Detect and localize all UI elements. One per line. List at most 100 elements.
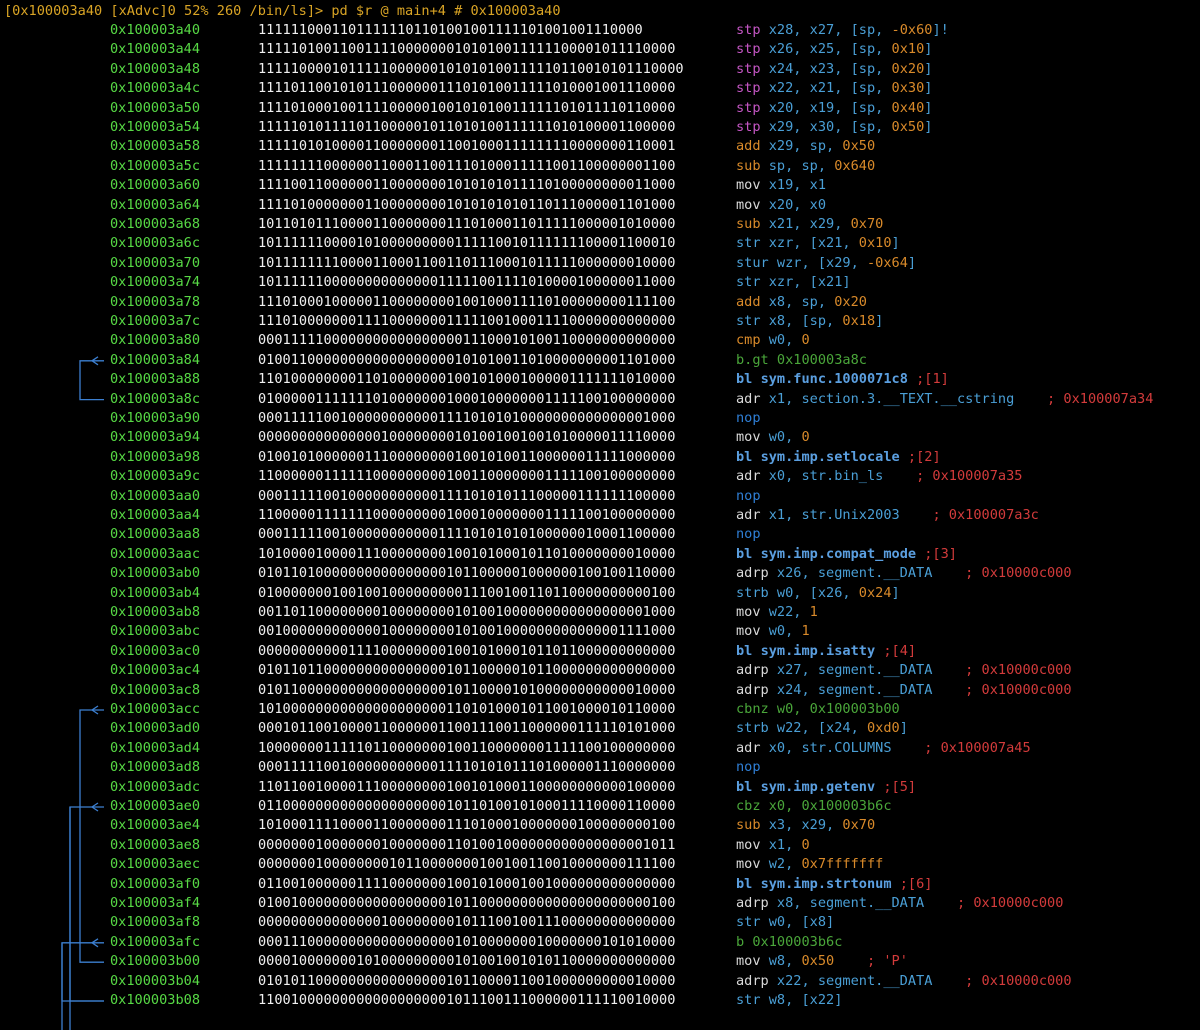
disasm-row[interactable]: 0x100003a94 00000000000000010000000010100… [0, 428, 1200, 447]
disasm-row[interactable]: 0x100003a70 10111111110000110001100110111… [0, 254, 1200, 273]
disasm-row[interactable]: 0x100003a68 10110101110000110000000111010… [0, 215, 1200, 234]
disasm-row[interactable]: 0x100003a98 01001010000001110000000010010… [0, 448, 1200, 467]
disasm-row[interactable]: 0x100003aa0 00011111001000000000001111010… [0, 487, 1200, 506]
disasm-row[interactable]: 0x100003a80 00011111000000000000000001110… [0, 331, 1200, 350]
instruction-address[interactable]: 0x100003ae0 [110, 797, 200, 816]
instruction-address[interactable]: 0x100003af8 [110, 913, 200, 932]
instruction-address[interactable]: 0x100003aa0 [110, 487, 200, 506]
disasm-row[interactable]: 0x100003ae4 10100011110000110000000111010… [0, 816, 1200, 835]
disasm-row[interactable]: 0x100003a9c 11000000111111000000000100110… [0, 467, 1200, 486]
instruction-address[interactable]: 0x100003b00 [110, 952, 200, 971]
instruction-address[interactable]: 0x100003ab8 [110, 603, 200, 622]
instruction-address[interactable]: 0x100003aa4 [110, 506, 200, 525]
instruction-address[interactable]: 0x100003aec [110, 855, 200, 874]
instruction-address[interactable]: 0x100003a40 [110, 21, 200, 40]
instruction-address[interactable]: 0x100003ab0 [110, 564, 200, 583]
disasm-row[interactable]: 0x100003a50 11110100010011110000010010101… [0, 99, 1200, 118]
instruction-address[interactable]: 0x100003a64 [110, 196, 200, 215]
disasm-row[interactable]: 0x100003a4c 11110110010101110000001110101… [0, 79, 1200, 98]
instruction-address[interactable]: 0x100003af4 [110, 894, 200, 913]
instruction-address[interactable]: 0x100003a90 [110, 409, 200, 428]
disasm-row[interactable]: 0x100003ab0 01011010000000000000000101100… [0, 564, 1200, 583]
disasm-row[interactable]: 0x100003af4 01001000000000000000000101100… [0, 894, 1200, 913]
disasm-row[interactable]: 0x100003abc 00100000000000010000000010100… [0, 622, 1200, 641]
disasm-row[interactable]: 0x100003ab4 01000000010010010000000001110… [0, 584, 1200, 603]
disasm-row[interactable]: 0x100003a78 11101000100000110000000010010… [0, 293, 1200, 312]
disasm-row[interactable]: 0x100003acc 10100000000000000000000110101… [0, 700, 1200, 719]
instruction-address[interactable]: 0x100003a74 [110, 273, 200, 292]
disasm-row[interactable]: 0x100003ac0 00000000000111100000000100101… [0, 642, 1200, 661]
instruction-address[interactable]: 0x100003afc [110, 933, 200, 952]
disasm-row[interactable]: 0x100003aec 00000001000000001011000000010… [0, 855, 1200, 874]
instruction-address[interactable]: 0x100003a68 [110, 215, 200, 234]
disasm-row[interactable]: 0x100003a64 11110100000001100000000101010… [0, 196, 1200, 215]
instruction-address[interactable]: 0x100003a6c [110, 234, 200, 253]
instruction-address[interactable]: 0x100003acc [110, 700, 200, 719]
instruction-address[interactable]: 0x100003aac [110, 545, 200, 564]
disasm-row[interactable]: 0x100003ad4 10000000111110110000000100110… [0, 739, 1200, 758]
instruction-address[interactable]: 0x100003a54 [110, 118, 200, 137]
disasm-row[interactable]: 0x100003b04 01010110000000000000000101100… [0, 972, 1200, 991]
disasm-row[interactable]: 0x100003a7c 11101000000011110000000111110… [0, 312, 1200, 331]
disasm-row[interactable]: 0x100003ac4 01011011000000000000000101100… [0, 661, 1200, 680]
disasm-row[interactable]: 0x100003adc 11011001000011100000000100101… [0, 778, 1200, 797]
disasm-row[interactable]: 0x100003a6c 10111111000010100000000011111… [0, 234, 1200, 253]
instruction-address[interactable]: 0x100003a60 [110, 176, 200, 195]
disasm-row[interactable]: 0x100003ad8 00011111001000000000001111010… [0, 758, 1200, 777]
instruction-address[interactable]: 0x100003ad0 [110, 719, 200, 738]
disasm-row[interactable]: 0x100003b08 11001000000000000000000101110… [0, 991, 1200, 1010]
instruction-address[interactable]: 0x100003a44 [110, 40, 200, 59]
instruction-address[interactable]: 0x100003ac8 [110, 681, 200, 700]
disasm-row[interactable]: 0x100003af8 00000000000000010000000010111… [0, 913, 1200, 932]
disasm-row[interactable]: 0x100003af0 01100100000011110000000100101… [0, 875, 1200, 894]
disasm-row[interactable]: 0x100003aac 10100001000011100000000100101… [0, 545, 1200, 564]
disasm-row[interactable]: 0x100003a88 11010000000011010000000100101… [0, 370, 1200, 389]
instruction-address[interactable]: 0x100003b04 [110, 972, 200, 991]
disasm-row[interactable]: 0x100003a60 11110011000000110000000101010… [0, 176, 1200, 195]
disasm-row[interactable]: 0x100003afc 00011100000000000000000010100… [0, 933, 1200, 952]
instruction-address[interactable]: 0x100003a4c [110, 79, 200, 98]
instruction-address[interactable]: 0x100003aa8 [110, 525, 200, 544]
instruction-address[interactable]: 0x100003a9c [110, 467, 200, 486]
instruction-address[interactable]: 0x100003ad4 [110, 739, 200, 758]
disasm-row[interactable]: 0x100003aa8 00011111001000000000001111010… [0, 525, 1200, 544]
disasm-row[interactable]: 0x100003a74 10111111000000000000001111100… [0, 273, 1200, 292]
instruction-address[interactable]: 0x100003a7c [110, 312, 200, 331]
disasm-row[interactable]: 0x100003a84 01001100000000000000000010101… [0, 351, 1200, 370]
instruction-address[interactable]: 0x100003b08 [110, 991, 200, 1010]
disasm-row[interactable]: 0x100003a44 11111010011001111000000010101… [0, 40, 1200, 59]
disasm-row[interactable]: 0x100003ab8 00110110000000010000000010100… [0, 603, 1200, 622]
disasm-row[interactable]: 0x100003ae8 00000001000000010000000110100… [0, 836, 1200, 855]
instruction-address[interactable]: 0x100003adc [110, 778, 200, 797]
instruction-address[interactable]: 0x100003a48 [110, 60, 200, 79]
instruction-address[interactable]: 0x100003ab4 [110, 584, 200, 603]
instruction-address[interactable]: 0x100003ae8 [110, 836, 200, 855]
disasm-row[interactable]: 0x100003a54 11111010111101100000101101010… [0, 118, 1200, 137]
instruction-address[interactable]: 0x100003a94 [110, 428, 200, 447]
instruction-address[interactable]: 0x100003a88 [110, 370, 200, 389]
instruction-address[interactable]: 0x100003a80 [110, 331, 200, 350]
disasm-row[interactable]: 0x100003aa4 11000001111111000000000100010… [0, 506, 1200, 525]
disasm-row[interactable]: 0x100003a5c 11111111000000110001100111010… [0, 157, 1200, 176]
disasm-row[interactable]: 0x100003ae0 01100000000000000000000101101… [0, 797, 1200, 816]
instruction-address[interactable]: 0x100003a78 [110, 293, 200, 312]
instruction-address[interactable]: 0x100003a70 [110, 254, 200, 273]
disasm-row[interactable]: 0x100003a90 00011111001000000000001111010… [0, 409, 1200, 428]
instruction-address[interactable]: 0x100003af0 [110, 875, 200, 894]
instruction-address[interactable]: 0x100003ae4 [110, 816, 200, 835]
disasm-row[interactable]: 0x100003ac8 01011000000000000000000101100… [0, 681, 1200, 700]
instruction-address[interactable]: 0x100003ac4 [110, 661, 200, 680]
disasm-row[interactable]: 0x100003a40 11111100011011111101101001001… [0, 21, 1200, 40]
disasm-row[interactable]: 0x100003a48 11111000010111110000001010101… [0, 60, 1200, 79]
instruction-address[interactable]: 0x100003a84 [110, 351, 200, 370]
instruction-address[interactable]: 0x100003ad8 [110, 758, 200, 777]
instruction-address[interactable]: 0x100003a58 [110, 137, 200, 156]
instruction-address[interactable]: 0x100003a8c [110, 390, 200, 409]
instruction-address[interactable]: 0x100003a5c [110, 157, 200, 176]
disasm-row[interactable]: 0x100003a8c 01000001111111010000000100010… [0, 390, 1200, 409]
disasm-row[interactable]: 0x100003ad0 00010110010000110000001100111… [0, 719, 1200, 738]
instruction-address[interactable]: 0x100003a98 [110, 448, 200, 467]
instruction-address[interactable]: 0x100003a50 [110, 99, 200, 118]
disasm-row[interactable]: 0x100003a58 11111010100001100000001100100… [0, 137, 1200, 156]
instruction-address[interactable]: 0x100003ac0 [110, 642, 200, 661]
